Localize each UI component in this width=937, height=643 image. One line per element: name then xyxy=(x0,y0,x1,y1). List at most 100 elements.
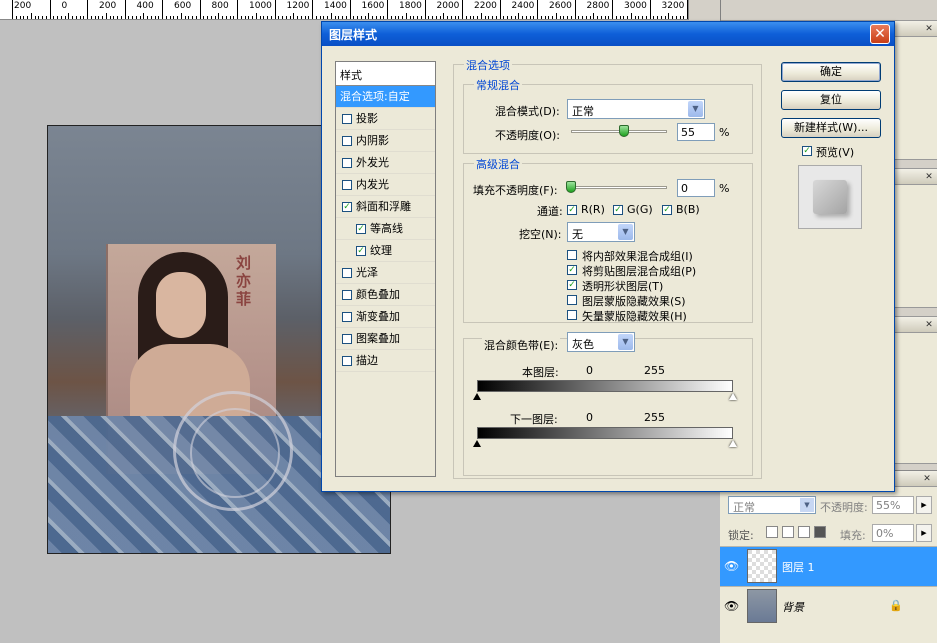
eye-icon[interactable]: 👁 xyxy=(724,559,740,573)
style-checkbox[interactable] xyxy=(342,158,352,168)
styles-list: 样式 混合选项:自定 投影 内阴影 外发光 内发光 ✓ 斜面和浮雕 ✓ 等高线 ✓ 纹理 光泽 颜色叠加… xyxy=(335,61,436,477)
advanced-option-checkbox[interactable] xyxy=(567,310,577,320)
ok-button[interactable]: 确定 xyxy=(781,62,881,82)
reset-button[interactable]: 复位 xyxy=(781,90,881,110)
fill-opacity-slider-track[interactable] xyxy=(571,186,667,189)
lock-brush-icon[interactable] xyxy=(782,526,794,538)
style-checkbox[interactable]: ✓ xyxy=(356,224,366,234)
style-item[interactable]: 混合选项:自定 xyxy=(336,86,435,108)
style-item[interactable]: 外发光 xyxy=(336,152,435,174)
advanced-option-checkbox[interactable] xyxy=(567,295,577,305)
layer-name: 背景 xyxy=(782,601,804,614)
ruler-tick xyxy=(19,16,21,19)
ruler-tick xyxy=(68,13,70,19)
blending-options-legend: 混合选项 xyxy=(464,57,512,73)
ruler-tick xyxy=(375,16,377,19)
this-layer-black-slider[interactable] xyxy=(473,393,481,400)
blend-mode-label: 混合模式(D): xyxy=(495,105,560,118)
this-layer-white-slider[interactable] xyxy=(729,393,737,400)
style-item[interactable]: 投影 xyxy=(336,108,435,130)
channel-checkbox[interactable]: ✓ xyxy=(567,205,577,215)
ruler-tick xyxy=(484,16,486,19)
blend-if-select[interactable]: 灰色 ▼ xyxy=(567,332,635,352)
ruler-tick xyxy=(105,13,107,19)
style-checkbox[interactable] xyxy=(342,290,352,300)
ruler-tick xyxy=(135,16,137,19)
ruler-label: 200 xyxy=(99,1,117,11)
knockout-label: 挖空(N): xyxy=(519,228,562,241)
chevron-right-icon[interactable]: ▶ xyxy=(916,524,932,542)
ruler-tick xyxy=(454,16,456,19)
ruler-tick xyxy=(210,16,212,19)
layer-fill-field[interactable]: 0% xyxy=(872,524,914,542)
portrait-face xyxy=(156,272,206,338)
underlying-white-slider[interactable] xyxy=(729,440,737,447)
style-item[interactable]: 光泽 xyxy=(336,262,435,284)
ruler-tick xyxy=(630,13,632,19)
close-icon[interactable]: ✕ xyxy=(923,24,935,34)
style-item[interactable]: 描边 xyxy=(336,350,435,372)
ruler-tick xyxy=(443,13,445,19)
layer-thumbnail xyxy=(747,549,777,583)
style-checkbox[interactable] xyxy=(342,268,352,278)
layer-row-background[interactable]: 👁 背景 🔒 xyxy=(720,586,937,626)
lock-transparency-icon[interactable] xyxy=(766,526,778,538)
close-button[interactable]: ✕ xyxy=(870,24,890,44)
style-checkbox[interactable] xyxy=(342,334,352,344)
style-item[interactable]: ✓ 等高线 xyxy=(336,218,435,240)
style-item[interactable]: 图案叠加 xyxy=(336,328,435,350)
opacity-field[interactable]: 55 xyxy=(677,123,715,141)
style-checkbox[interactable]: ✓ xyxy=(356,246,366,256)
blend-mode-select[interactable]: 正常 ▼ xyxy=(567,99,705,119)
style-item[interactable]: 颜色叠加 xyxy=(336,284,435,306)
style-checkbox[interactable] xyxy=(342,312,352,322)
style-checkbox[interactable]: ✓ xyxy=(342,202,352,212)
close-icon[interactable]: ✕ xyxy=(923,320,935,330)
channel-checkbox[interactable]: ✓ xyxy=(662,205,672,215)
ruler-label: 1400 xyxy=(324,1,347,11)
style-item[interactable]: 内发光 xyxy=(336,174,435,196)
ruler-tick xyxy=(645,16,647,19)
dialog-title-bar[interactable]: 图层样式 ✕ xyxy=(322,22,894,46)
layer-blend-mode-select[interactable]: 正常 ▼ xyxy=(728,496,816,514)
layer-row-layer1[interactable]: 👁 图层 1 xyxy=(720,546,937,586)
preview-checkbox[interactable]: ✓ xyxy=(802,146,812,156)
ruler-tick xyxy=(64,16,66,19)
advanced-option-checkbox[interactable]: ✓ xyxy=(567,280,577,290)
style-checkbox[interactable] xyxy=(342,356,352,366)
chevron-right-icon[interactable]: ▶ xyxy=(916,496,932,514)
advanced-blending-legend: 高级混合 xyxy=(474,156,522,172)
underlying-black-slider[interactable] xyxy=(473,440,481,447)
eye-icon[interactable]: 👁 xyxy=(724,599,740,613)
style-checkbox[interactable] xyxy=(342,180,352,190)
layer-opacity-field[interactable]: 55% xyxy=(872,496,914,514)
lock-all-icon[interactable] xyxy=(814,526,826,538)
fill-opacity-slider-thumb[interactable] xyxy=(566,181,576,193)
lock-move-icon[interactable] xyxy=(798,526,810,538)
style-item[interactable]: 渐变叠加 xyxy=(336,306,435,328)
style-checkbox[interactable] xyxy=(342,114,352,124)
ruler-tick xyxy=(289,16,291,19)
advanced-option-checkbox[interactable]: ✓ xyxy=(567,265,577,275)
style-item[interactable]: 内阴影 xyxy=(336,130,435,152)
ruler-tick xyxy=(225,16,227,19)
style-item-label: 投影 xyxy=(356,112,378,125)
close-icon[interactable]: ✕ xyxy=(921,474,933,484)
fill-opacity-field[interactable]: 0 xyxy=(677,179,715,197)
channel-checkbox[interactable]: ✓ xyxy=(613,205,623,215)
ruler-tick xyxy=(522,16,523,19)
ruler-tick xyxy=(353,16,355,19)
opacity-slider-thumb[interactable] xyxy=(618,125,629,137)
ruler-tick xyxy=(259,16,261,19)
advanced-option-checkbox[interactable] xyxy=(567,250,577,260)
new-style-button[interactable]: 新建样式(W)... xyxy=(781,118,881,138)
style-item[interactable]: ✓ 斜面和浮雕 xyxy=(336,196,435,218)
close-icon[interactable]: ✕ xyxy=(923,172,935,182)
knockout-select[interactable]: 无 ▼ xyxy=(567,222,635,242)
style-item[interactable]: ✓ 纹理 xyxy=(336,240,435,262)
ruler-tick xyxy=(660,16,662,19)
style-checkbox[interactable] xyxy=(342,136,352,146)
ruler-tick xyxy=(567,16,568,19)
ruler-tick xyxy=(188,16,190,19)
ruler-tick xyxy=(657,16,658,19)
